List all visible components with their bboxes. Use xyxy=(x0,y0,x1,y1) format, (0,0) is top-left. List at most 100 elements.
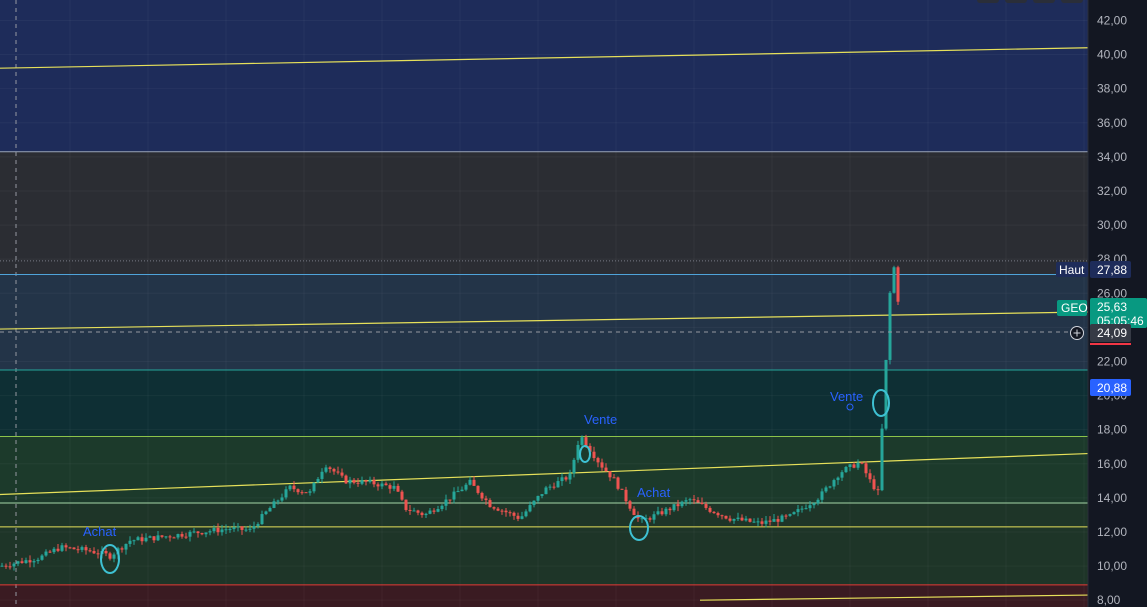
candle-body-59 xyxy=(236,526,240,528)
candle-body-140 xyxy=(560,477,564,482)
candle-body-85 xyxy=(340,472,344,476)
candle-body-167 xyxy=(668,508,672,511)
candle-body-127 xyxy=(508,512,512,514)
candle-body-78 xyxy=(312,482,316,492)
high-value: 27,88 xyxy=(1097,263,1127,277)
zone-6 xyxy=(0,584,1088,607)
candle-body-27 xyxy=(108,553,112,559)
candle-body-77 xyxy=(308,491,312,493)
symbol-tag: GEO xyxy=(1061,301,1088,315)
candle-body-108 xyxy=(432,510,436,512)
candle-body-65 xyxy=(260,514,264,525)
candle-body-38 xyxy=(152,536,156,541)
candle-body-103 xyxy=(412,510,416,512)
candle-body-39 xyxy=(156,535,160,541)
annotation-vente-2: Vente xyxy=(830,389,863,404)
candle-body-154 xyxy=(616,477,620,489)
candle-body-19 xyxy=(76,549,80,551)
candle-body-7 xyxy=(28,560,32,563)
candle-body-43 xyxy=(172,537,176,539)
candle-body-120 xyxy=(480,492,484,499)
candle-body-169 xyxy=(676,504,680,507)
candle-body-92 xyxy=(368,479,372,482)
candle-body-106 xyxy=(424,513,428,516)
candle-body-60 xyxy=(240,526,244,530)
candle-body-35 xyxy=(140,537,144,542)
candle-body-215 xyxy=(860,462,864,464)
annotation-achat-2: Achat xyxy=(637,485,671,500)
candle-body-88 xyxy=(352,479,356,483)
candle-body-129 xyxy=(516,515,520,519)
candle-body-64 xyxy=(256,524,260,527)
candle-body-52 xyxy=(208,531,212,533)
candle-body-1 xyxy=(4,565,8,567)
candle-body-49 xyxy=(196,531,200,534)
candle-body-18 xyxy=(72,547,76,550)
candle-body-12 xyxy=(48,551,52,553)
candle-body-41 xyxy=(164,536,168,538)
candle-body-124 xyxy=(496,508,500,511)
candle-body-48 xyxy=(192,531,196,533)
candle-body-86 xyxy=(344,475,348,484)
candle-body-206 xyxy=(824,487,828,492)
candle-body-20 xyxy=(80,547,84,550)
candle-body-94 xyxy=(376,484,380,487)
candle-body-163 xyxy=(652,514,656,520)
candle-body-212 xyxy=(848,464,852,467)
candle-body-216 xyxy=(864,463,868,474)
price-tick-10: 22,00 xyxy=(1097,354,1127,368)
candle-body-111 xyxy=(444,499,448,506)
candle-body-193 xyxy=(772,519,776,522)
candle-body-123 xyxy=(492,507,496,509)
candle-body-67 xyxy=(268,507,272,512)
candle-body-73 xyxy=(292,485,296,490)
toolbar-button-2[interactable] xyxy=(1005,0,1027,3)
toolbar-button-3[interactable] xyxy=(1033,0,1055,3)
candle-body-205 xyxy=(820,491,824,500)
candle-body-200 xyxy=(800,508,804,510)
candle-body-149 xyxy=(596,458,600,463)
candle-body-98 xyxy=(392,485,396,489)
candle-body-189 xyxy=(756,521,760,523)
zone-1 xyxy=(0,151,1088,275)
toolbar-button-4[interactable] xyxy=(1061,0,1083,3)
candle-body-95 xyxy=(380,483,384,487)
candle-body-176 xyxy=(704,504,708,508)
candle-body-118 xyxy=(472,479,476,486)
candle-body-21 xyxy=(84,547,88,551)
candle-body-16 xyxy=(64,545,68,548)
candle-body-192 xyxy=(768,520,772,522)
candle-body-177 xyxy=(708,507,712,512)
candle-body-57 xyxy=(228,529,232,531)
candle-body-68 xyxy=(272,501,276,508)
candle-body-109 xyxy=(436,509,440,512)
candle-body-198 xyxy=(792,512,796,515)
candle-body-53 xyxy=(212,527,216,532)
candle-body-104 xyxy=(416,510,420,513)
candle-body-91 xyxy=(364,480,368,482)
candle-body-71 xyxy=(284,489,288,498)
price-chart[interactable]: Achat Vente Achat Vente 42,00 40,00 38,00 3… xyxy=(0,0,1147,607)
candle-body-142 xyxy=(568,473,572,480)
price-tick-5: 32,00 xyxy=(1097,184,1127,198)
candle-body-145 xyxy=(580,437,584,445)
price-tick-0: 42,00 xyxy=(1097,13,1127,27)
candle-body-66 xyxy=(264,511,268,515)
candle-body-23 xyxy=(92,551,96,554)
candle-body-105 xyxy=(420,512,424,516)
candle-body-84 xyxy=(336,471,340,473)
candle-body-30 xyxy=(120,548,124,550)
candle-body-185 xyxy=(740,517,744,521)
candle-body-42 xyxy=(168,536,172,538)
candle-body-201 xyxy=(804,508,808,510)
candle-body-93 xyxy=(372,479,376,485)
price-tick-17: 8,00 xyxy=(1097,593,1121,607)
high-label: Haut xyxy=(1059,263,1085,277)
price-tick-3: 36,00 xyxy=(1097,116,1127,130)
candle-body-131 xyxy=(524,511,528,517)
candle-body-32 xyxy=(128,540,132,544)
toolbar-button-1[interactable] xyxy=(977,0,999,3)
candle-body-99 xyxy=(396,485,400,492)
candle-body-81 xyxy=(324,467,328,472)
candle-body-44 xyxy=(176,534,180,538)
